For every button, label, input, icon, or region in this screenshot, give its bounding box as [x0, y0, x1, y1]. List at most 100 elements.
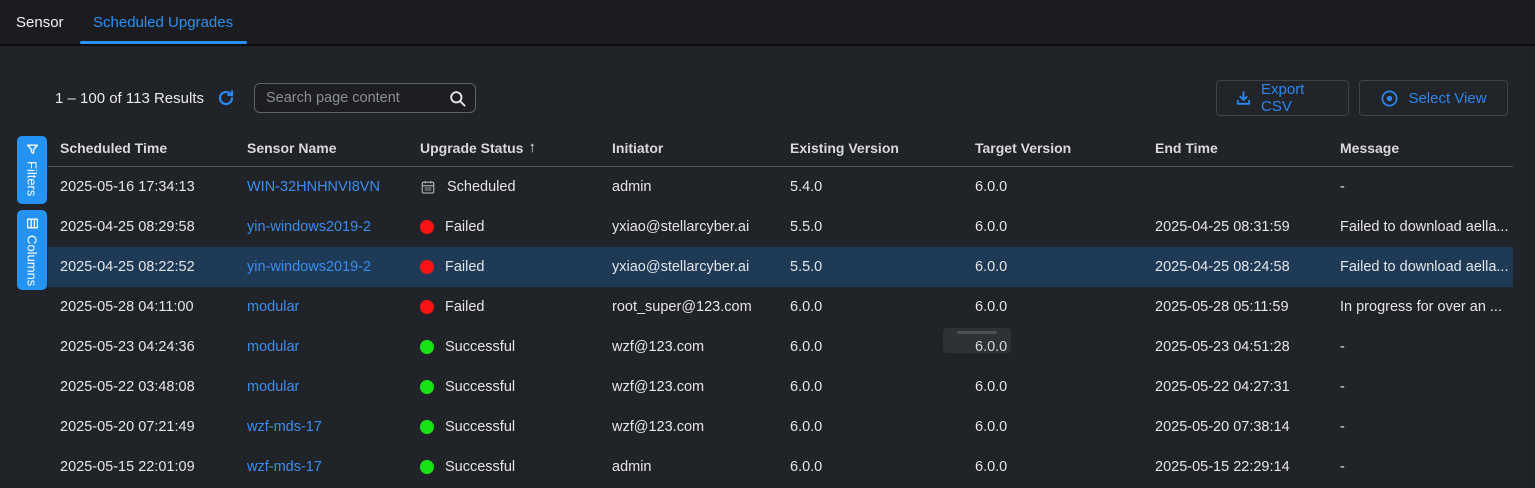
success-dot-icon — [420, 340, 434, 354]
status-label: Successful — [445, 459, 515, 475]
cell-target-version: 6.0.0 — [963, 327, 1143, 367]
cell-existing-version: 5.4.0 — [778, 167, 963, 207]
search-box — [254, 83, 476, 113]
sensor-link[interactable]: wzf-mds-17 — [247, 459, 322, 475]
export-csv-label: Export CSV — [1261, 81, 1330, 115]
cell-sensor-name: modular — [235, 327, 408, 367]
sensor-link[interactable]: WIN-32HNHNVI8VN — [247, 179, 380, 195]
success-dot-icon — [420, 380, 434, 394]
cell-end-time: 2025-04-25 08:24:58 — [1143, 247, 1328, 287]
table-row[interactable]: 2025-04-25 08:22:52 yin-windows2019-2 Fail… — [48, 247, 1513, 287]
failed-dot-icon — [420, 300, 434, 314]
table-row[interactable]: 2025-05-28 04:11:00modularFailedroot_sup… — [48, 287, 1513, 327]
tab-sensor[interactable]: Sensor — [16, 0, 64, 44]
results-count: 1 – 100 of 113 Results — [55, 90, 204, 107]
arrow-up-icon: ↑ — [528, 139, 536, 156]
top-tab-bar: Sensor Scheduled Upgrades — [0, 0, 1535, 46]
columns-label: Columns — [26, 235, 39, 286]
cell-end-time: 2025-05-23 04:51:28 — [1143, 327, 1328, 367]
columns-icon — [26, 217, 39, 230]
toolbar: 1 – 100 of 113 Results Export CSV — [55, 80, 1508, 116]
active-tab-underline — [80, 41, 247, 44]
cell-scheduled-time: 2025-05-16 17:34:13 — [48, 167, 235, 207]
cell-end-time: 2025-05-15 22:29:14 — [1143, 447, 1328, 487]
refresh-icon[interactable] — [216, 88, 236, 108]
cell-message: In progress for over an ... — [1328, 287, 1513, 327]
table-row[interactable]: 2025-05-22 03:48:08modularSuccessfulwzf@… — [48, 367, 1513, 407]
sensor-link[interactable]: modular — [247, 379, 299, 395]
cell-initiator: yxiao@stellarcyber.ai — [600, 247, 778, 287]
column-header-message[interactable]: Message — [1328, 129, 1513, 166]
sensor-link[interactable]: modular — [247, 339, 299, 355]
cell-upgrade-status: Failed — [408, 207, 600, 247]
cell-message: - — [1328, 327, 1513, 367]
cell-existing-version: 6.0.0 — [778, 447, 963, 487]
column-header-upgrade-status[interactable]: Upgrade Status↑ — [408, 129, 600, 166]
cell-end-time: 2025-04-25 08:31:59 — [1143, 207, 1328, 247]
cell-message: Failed to download aella... — [1328, 247, 1513, 287]
status-label: Successful — [445, 379, 515, 395]
filters-label: Filters — [26, 161, 39, 196]
sidebar-tab-columns[interactable]: Columns — [17, 210, 47, 290]
cell-sensor-name: yin-windows2019-2 — [235, 207, 408, 247]
cell-message: - — [1328, 367, 1513, 407]
download-icon — [1235, 90, 1252, 107]
column-header-target-version[interactable]: Target Version — [963, 129, 1143, 166]
search-icon[interactable] — [448, 89, 467, 113]
cell-target-version: 6.0.0 — [963, 407, 1143, 447]
cell-initiator: root_super@123.com — [600, 287, 778, 327]
scheduled-upgrades-table: Scheduled TimeSensor NameUpgrade Status↑… — [48, 129, 1513, 487]
cell-target-version: 6.0.0 — [963, 367, 1143, 407]
cell-end-time — [1143, 167, 1328, 207]
cell-existing-version: 6.0.0 — [778, 327, 963, 367]
cell-initiator: wzf@123.com — [600, 407, 778, 447]
table-row[interactable]: 2025-05-16 17:34:13WIN-32HNHNVI8VNSchedu… — [48, 167, 1513, 207]
cell-sensor-name: wzf-mds-17 — [235, 407, 408, 447]
failed-dot-icon — [420, 220, 434, 234]
table-row[interactable]: 2025-04-25 08:29:58yin-windows2019-2Fail… — [48, 207, 1513, 247]
column-header-sensor-name[interactable]: Sensor Name — [235, 129, 408, 166]
cell-target-version: 6.0.0 — [963, 207, 1143, 247]
column-header-scheduled-time[interactable]: Scheduled Time — [48, 129, 235, 166]
status-label: Failed — [445, 219, 485, 235]
cell-initiator: admin — [600, 167, 778, 207]
sensor-link[interactable]: wzf-mds-17 — [247, 419, 322, 435]
cell-existing-version: 6.0.0 — [778, 367, 963, 407]
cell-upgrade-status: Successful — [408, 367, 600, 407]
column-header-initiator[interactable]: Initiator — [600, 129, 778, 166]
sensor-link[interactable]: modular — [247, 299, 299, 315]
cell-sensor-name: wzf-mds-17 — [235, 447, 408, 487]
column-header-existing-version[interactable]: Existing Version — [778, 129, 963, 166]
success-dot-icon — [420, 460, 434, 474]
cell-initiator: wzf@123.com — [600, 327, 778, 367]
tab-scheduled-upgrades[interactable]: Scheduled Upgrades — [93, 0, 233, 44]
column-header-end-time[interactable]: End Time — [1143, 129, 1328, 166]
status-label: Successful — [445, 339, 515, 355]
cell-scheduled-time: 2025-05-23 04:24:36 — [48, 327, 235, 367]
cell-existing-version: 5.5.0 — [778, 247, 963, 287]
cell-scheduled-time: 2025-05-20 07:21:49 — [48, 407, 235, 447]
cell-existing-version: 6.0.0 — [778, 407, 963, 447]
export-csv-button[interactable]: Export CSV — [1216, 80, 1349, 116]
cell-end-time: 2025-05-28 05:11:59 — [1143, 287, 1328, 327]
cell-scheduled-time: 2025-04-25 08:22:52 — [48, 247, 235, 287]
table-row[interactable]: 2025-05-23 04:24:36 modular Successful wzf@… — [48, 327, 1513, 367]
cell-existing-version: 5.5.0 — [778, 207, 963, 247]
cell-sensor-name: WIN-32HNHNVI8VN — [235, 167, 408, 207]
cell-target-version: 6.0.0 — [963, 287, 1143, 327]
table-row[interactable]: 2025-05-20 07:21:49wzf-mds-17Successfulw… — [48, 407, 1513, 447]
select-view-button[interactable]: Select View — [1359, 80, 1508, 116]
cell-end-time: 2025-05-22 04:27:31 — [1143, 367, 1328, 407]
table-body: 2025-05-16 17:34:13WIN-32HNHNVI8VNSchedu… — [48, 167, 1513, 487]
status-label: Failed — [445, 299, 485, 315]
cell-target-version: 6.0.0 — [963, 247, 1143, 287]
sidebar-tab-filters[interactable]: Filters — [17, 136, 47, 204]
cell-upgrade-status: Successful — [408, 447, 600, 487]
cell-scheduled-time: 2025-05-22 03:48:08 — [48, 367, 235, 407]
status-label: Failed — [445, 259, 485, 275]
cell-message: - — [1328, 407, 1513, 447]
sensor-link[interactable]: yin-windows2019-2 — [247, 219, 371, 235]
cell-target-version: 6.0.0 — [963, 447, 1143, 487]
table-row[interactable]: 2025-05-15 22:01:09wzf-mds-17Successfula… — [48, 447, 1513, 487]
sensor-link[interactable]: yin-windows2019-2 — [247, 259, 371, 275]
